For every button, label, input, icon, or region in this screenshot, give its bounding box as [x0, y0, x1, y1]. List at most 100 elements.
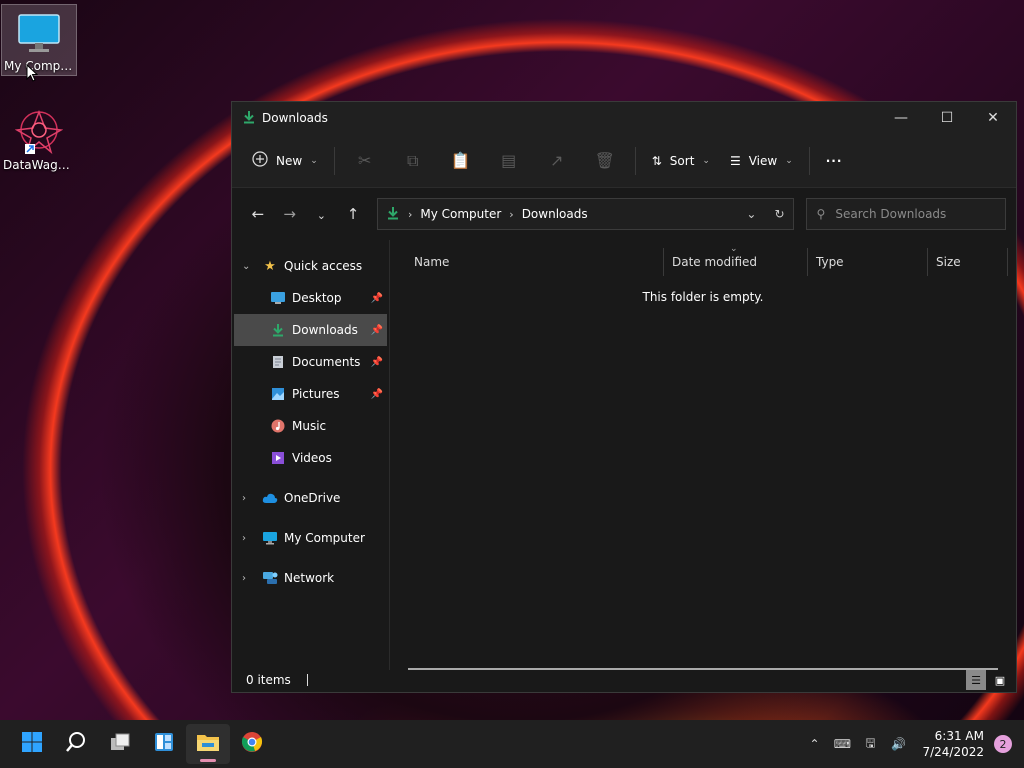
nav-quick-access[interactable]: ⌄ ★ Quick access: [234, 250, 387, 282]
chrome-icon: [241, 731, 263, 758]
back-button[interactable]: ←: [242, 205, 274, 223]
download-icon: [270, 322, 286, 338]
desktop-folder-icon: [270, 290, 286, 306]
column-header-size[interactable]: Size: [928, 248, 1008, 276]
refresh-button[interactable]: ↻: [774, 207, 784, 221]
nav-pictures[interactable]: Pictures 📌: [234, 378, 387, 410]
nav-downloads[interactable]: Downloads 📌: [234, 314, 387, 346]
task-view-button[interactable]: [98, 724, 142, 764]
rename-icon: ▤: [501, 151, 517, 170]
nav-label: Quick access: [284, 259, 363, 273]
column-header-type[interactable]: Type: [808, 248, 928, 276]
nav-my-computer[interactable]: › My Computer: [234, 522, 387, 554]
delete-button[interactable]: 🗑: [581, 151, 629, 170]
keyboard-button[interactable]: ⌨: [828, 737, 856, 751]
close-icon: ✕: [987, 110, 999, 126]
chevron-right-icon: ›: [242, 572, 246, 584]
cut-button[interactable]: ✂: [341, 151, 389, 170]
search-box[interactable]: ⚲ Search Downloads: [805, 198, 1007, 230]
nav-label: Videos: [292, 451, 332, 465]
nav-label: Pictures: [292, 387, 340, 401]
close-button[interactable]: ✕: [970, 102, 1016, 134]
details-view-icon: ☰: [971, 673, 981, 687]
toolbar-separator: [333, 146, 335, 175]
chevron-right-icon: ›: [242, 532, 246, 544]
new-button[interactable]: New ⌄: [242, 145, 328, 176]
more-options-button[interactable]: ···: [816, 148, 853, 174]
nav-onedrive[interactable]: › OneDrive: [234, 482, 387, 514]
document-icon: [270, 354, 286, 370]
sort-button[interactable]: ⇅ Sort ⌄: [642, 148, 720, 174]
breadcrumb-downloads[interactable]: Downloads: [522, 207, 588, 221]
chevron-down-icon: ⌄: [746, 207, 757, 221]
plus-circle-icon: [252, 151, 268, 170]
clipboard-icon: 📋: [450, 151, 471, 170]
file-list-area[interactable]: Name Date modified ⌄ Type Size This fold…: [390, 240, 1016, 670]
search-placeholder: Search Downloads: [835, 207, 947, 221]
chevron-right-icon: ›: [242, 492, 246, 504]
network-tray-button[interactable]: 🖫: [856, 734, 884, 755]
pin-icon: 📌: [370, 388, 383, 400]
copy-button[interactable]: ⧉: [389, 151, 437, 171]
arrow-right-icon: →: [283, 205, 296, 223]
column-header-date-modified[interactable]: Date modified ⌄: [664, 244, 808, 276]
keyboard-icon: ⌨: [833, 737, 852, 751]
nav-label: OneDrive: [284, 491, 341, 505]
nav-network[interactable]: › Network: [234, 562, 387, 594]
show-hidden-icons-button[interactable]: ⌃: [800, 737, 828, 751]
column-header-name[interactable]: Name: [390, 248, 664, 276]
system-tray: ⌃ ⌨ 🖫 🔊 6:31 AM 7/24/2022 2: [800, 720, 1024, 768]
clock-time: 6:31 AM: [934, 729, 984, 743]
maximize-icon: ☐: [940, 110, 954, 126]
search-taskbar-button[interactable]: [54, 724, 98, 764]
paste-button[interactable]: 📋: [437, 151, 485, 170]
details-view-button[interactable]: ☰: [966, 670, 986, 690]
rename-button[interactable]: ▤: [485, 151, 533, 170]
address-bar[interactable]: › My Computer › Downloads ⌄ ↻: [376, 198, 794, 230]
up-button[interactable]: ↑: [337, 205, 369, 223]
title-bar[interactable]: Downloads — ☐ ✕: [232, 102, 1016, 134]
column-header-label: Name: [414, 255, 450, 269]
volume-button[interactable]: 🔊: [884, 737, 912, 751]
large-icons-view-button[interactable]: ▣: [990, 670, 1010, 690]
recent-locations-button[interactable]: ⌄: [305, 205, 337, 223]
datawagon-app-icon: [14, 108, 64, 156]
scissors-icon: ✂: [358, 151, 372, 170]
pin-icon: 📌: [370, 292, 383, 304]
window-title: Downloads: [262, 111, 328, 125]
chevron-down-icon: ⌄: [702, 155, 710, 166]
tiles-view-icon: ▣: [994, 673, 1006, 687]
nav-documents[interactable]: Documents 📌: [234, 346, 387, 378]
address-dropdown-button[interactable]: ⌄: [746, 207, 756, 221]
nav-label: Desktop: [292, 291, 342, 305]
chrome-taskbar-button[interactable]: [230, 724, 274, 764]
share-button[interactable]: ↗: [533, 151, 581, 170]
forward-button[interactable]: →: [274, 205, 306, 223]
breadcrumb-my-computer[interactable]: My Computer: [420, 207, 501, 221]
maximize-button[interactable]: ☐: [924, 102, 970, 134]
share-icon: ↗: [550, 151, 564, 170]
monitor-icon: [262, 530, 278, 546]
windows-logo-icon: [21, 731, 43, 758]
pin-icon: 📌: [370, 356, 383, 368]
file-explorer-taskbar-button[interactable]: [186, 724, 230, 764]
nav-videos[interactable]: Videos: [234, 442, 387, 474]
view-button-label: View: [748, 153, 778, 168]
clock[interactable]: 6:31 AM 7/24/2022: [912, 728, 994, 760]
breadcrumb-separator-icon: ›: [407, 207, 413, 221]
copy-icon: ⧉: [407, 150, 419, 170]
nav-desktop[interactable]: Desktop 📌: [234, 282, 387, 314]
nav-music[interactable]: Music: [234, 410, 387, 442]
nav-label: Music: [292, 419, 327, 433]
desktop-icon-my-computer[interactable]: My Computer: [1, 4, 77, 76]
sort-chevron-icon: ⌄: [730, 244, 738, 254]
minimize-button[interactable]: —: [878, 102, 924, 134]
widgets-button[interactable]: [142, 724, 186, 764]
navigation-pane: ⌄ ★ Quick access Desktop 📌 Downloads 📌 D…: [232, 240, 390, 670]
start-button[interactable]: [10, 724, 54, 764]
chevron-down-icon: ⌄: [310, 155, 318, 166]
notification-badge[interactable]: 2: [994, 735, 1012, 753]
view-button[interactable]: ☰ View ⌄: [720, 148, 803, 174]
desktop-icon-label: My Computer: [4, 59, 76, 73]
desktop-icon-datawagon[interactable]: DataWagon...: [1, 104, 77, 174]
